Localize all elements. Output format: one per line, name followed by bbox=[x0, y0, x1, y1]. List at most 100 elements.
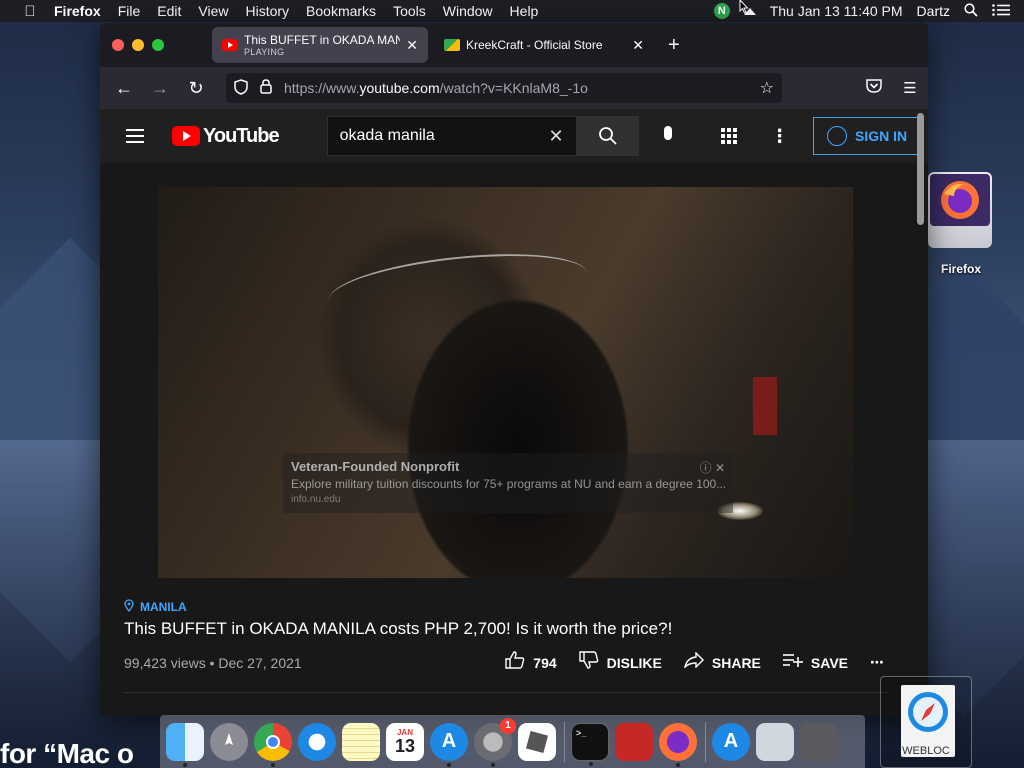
video-player[interactable]: Veteran-Founded Nonprofit Explore milita… bbox=[158, 187, 853, 578]
youtube-favicon-icon bbox=[222, 39, 238, 51]
apps-grid-icon[interactable] bbox=[720, 128, 737, 144]
finder-icon[interactable] bbox=[166, 722, 204, 767]
app-menu-icon[interactable]: ☰ bbox=[892, 79, 928, 97]
youtube-wordmark: YouTube bbox=[203, 124, 280, 147]
url-bar[interactable]: https://www.youtube.com/watch?v=KKnlaM8_… bbox=[226, 73, 782, 103]
dock: JAN 13 A 1 >_ A bbox=[160, 715, 865, 768]
norton-icon[interactable]: N bbox=[713, 3, 730, 19]
apple-menu-icon[interactable]:  bbox=[20, 3, 40, 20]
more-actions-icon[interactable]: ⋯ bbox=[870, 654, 884, 671]
microphone-icon[interactable] bbox=[659, 126, 677, 146]
notes-icon[interactable] bbox=[342, 722, 380, 761]
new-tab-icon[interactable]: + bbox=[668, 34, 680, 57]
menu-history[interactable]: History bbox=[245, 3, 289, 19]
location-link[interactable]: MANILA bbox=[124, 599, 894, 615]
trash-icon[interactable] bbox=[800, 722, 838, 761]
webloc-label: WEBLOC bbox=[902, 745, 950, 757]
dock-separator bbox=[564, 721, 565, 762]
spotlight-search-icon[interactable] bbox=[964, 2, 978, 20]
share-button[interactable]: SHARE bbox=[683, 651, 761, 673]
youtube-logo[interactable]: YouTube bbox=[172, 124, 280, 148]
tab-playing-label[interactable]: PLAYING bbox=[244, 47, 400, 57]
search-value[interactable]: okada manila bbox=[340, 127, 549, 145]
preview-document-icon[interactable] bbox=[756, 722, 794, 761]
tab-youtube[interactable]: This BUFFET in OKADA MANILA PLAYING ✕ bbox=[212, 27, 428, 63]
menu-app-name[interactable]: Firefox bbox=[54, 3, 101, 19]
pocket-icon[interactable] bbox=[856, 79, 892, 97]
firefox-icon bbox=[941, 181, 979, 219]
user-avatar-icon bbox=[827, 126, 848, 146]
search-input[interactable]: okada manila ✕ bbox=[326, 116, 577, 156]
menu-user[interactable]: Dartz bbox=[917, 3, 950, 19]
clear-search-icon[interactable]: ✕ bbox=[548, 126, 563, 147]
app-store-icon[interactable]: A bbox=[430, 722, 468, 767]
guide-menu-icon[interactable] bbox=[126, 125, 144, 147]
menu-clock[interactable]: Thu Jan 13 11:40 PM bbox=[770, 3, 903, 19]
dislike-button[interactable]: DISLIKE bbox=[578, 651, 662, 674]
location-label[interactable]: MANILA bbox=[140, 600, 187, 614]
page-scrollbar[interactable] bbox=[917, 113, 924, 225]
hard-drive-icon bbox=[928, 172, 992, 248]
system-preferences-icon[interactable]: 1 bbox=[474, 717, 516, 767]
reload-icon[interactable]: ↻ bbox=[178, 78, 214, 99]
desktop-firefox-drive[interactable]: Firefox bbox=[928, 172, 994, 276]
ad-info-close-icon[interactable]: ⓘ ✕ bbox=[700, 459, 725, 476]
close-window-button[interactable] bbox=[112, 39, 124, 51]
webloc-file-icon[interactable]: WEBLOC bbox=[880, 676, 972, 768]
navigation-bar: ← → ↻ https://www.youtube.com/watch?v=KK… bbox=[100, 67, 928, 109]
ad-body[interactable]: Explore military tuition discounts for 7… bbox=[291, 477, 725, 491]
menu-view[interactable]: View bbox=[198, 3, 228, 19]
app-store-downloads-icon[interactable]: A bbox=[712, 722, 750, 761]
like-count: 794 bbox=[533, 654, 557, 671]
chrome-icon[interactable] bbox=[254, 722, 292, 767]
search-button[interactable] bbox=[576, 116, 639, 156]
launchpad-icon[interactable] bbox=[210, 722, 248, 761]
firefox-dock-icon[interactable] bbox=[659, 722, 697, 767]
search-icon bbox=[598, 127, 617, 145]
roblox-icon[interactable] bbox=[518, 722, 556, 761]
lock-icon[interactable] bbox=[260, 79, 272, 97]
photo-booth-icon[interactable] bbox=[615, 722, 653, 761]
save-label: SAVE bbox=[810, 654, 848, 671]
zoom-window-button[interactable] bbox=[152, 39, 164, 51]
dislike-label: DISLIKE bbox=[606, 654, 662, 671]
save-button[interactable]: SAVE bbox=[782, 653, 848, 672]
menu-window[interactable]: Window bbox=[443, 3, 493, 19]
menu-edit[interactable]: Edit bbox=[157, 3, 181, 19]
menu-file[interactable]: File bbox=[118, 3, 141, 19]
sign-in-button[interactable]: SIGN IN bbox=[812, 117, 922, 155]
video-frame-detail bbox=[753, 377, 777, 435]
back-arrow-icon[interactable]: ← bbox=[106, 78, 142, 99]
control-list-icon[interactable] bbox=[992, 3, 1010, 19]
divider bbox=[124, 692, 888, 693]
sign-in-label: SIGN IN bbox=[855, 128, 908, 144]
minimize-window-button[interactable] bbox=[132, 39, 144, 51]
close-tab-icon[interactable]: ✕ bbox=[632, 37, 644, 54]
ad-title[interactable]: Veteran-Founded Nonprofit bbox=[291, 459, 725, 474]
url-text[interactable]: https://www.youtube.com/watch?v=KKnlaM8_… bbox=[284, 80, 760, 96]
share-arrow-icon bbox=[683, 651, 704, 673]
firefox-window: This BUFFET in OKADA MANILA PLAYING ✕ Kr… bbox=[100, 23, 928, 716]
settings-more-icon[interactable]: ⋮ bbox=[771, 126, 789, 147]
tab-kreekcraft[interactable]: KreekCraft - Official Store ✕ bbox=[434, 27, 654, 63]
mouse-cursor-icon bbox=[739, 0, 749, 14]
calendar-icon[interactable]: JAN 13 bbox=[386, 722, 424, 761]
safari-icon[interactable] bbox=[298, 722, 336, 761]
tab-title: This BUFFET in OKADA MANILA bbox=[244, 33, 401, 47]
ad-overlay[interactable]: Veteran-Founded Nonprofit Explore milita… bbox=[283, 453, 733, 513]
video-stats: 99,423 views • Dec 27, 2021 bbox=[124, 654, 302, 671]
menu-bookmarks[interactable]: Bookmarks bbox=[306, 3, 376, 19]
forward-arrow-icon[interactable]: → bbox=[142, 78, 178, 99]
terminal-icon[interactable]: >_ bbox=[571, 722, 609, 766]
ad-domain[interactable]: info.nu.edu bbox=[291, 494, 725, 505]
menu-help[interactable]: Help bbox=[510, 3, 539, 19]
like-button[interactable]: 794 bbox=[505, 651, 557, 674]
playlist-add-icon bbox=[782, 653, 803, 672]
bookmark-star-icon[interactable]: ☆ bbox=[760, 78, 774, 98]
video-actions: 794 DISLIKE SHARE SAVE ⋯ bbox=[483, 651, 884, 674]
thumbs-up-icon bbox=[505, 651, 525, 674]
menu-tools[interactable]: Tools bbox=[393, 3, 426, 19]
close-tab-icon[interactable]: ✕ bbox=[406, 37, 418, 54]
share-label: SHARE bbox=[711, 654, 761, 671]
tracking-shield-icon[interactable] bbox=[234, 78, 248, 98]
